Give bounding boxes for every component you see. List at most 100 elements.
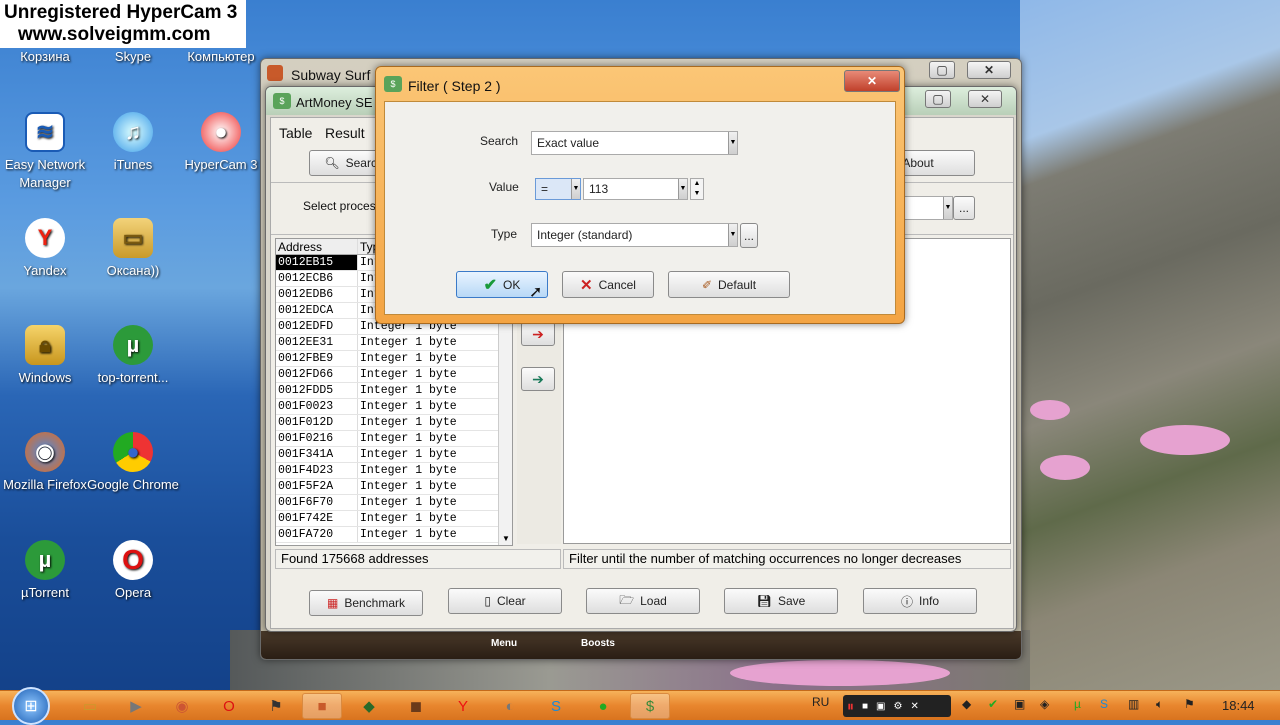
column-address[interactable]: Address: [276, 239, 358, 254]
record-icon[interactable]: ⏸: [847, 698, 854, 715]
desktop-wallpaper-rocks: [1020, 0, 1280, 690]
tray-volume-icon[interactable]: 🔈︎: [1156, 697, 1163, 712]
table-row[interactable]: 001F0216 Integer 1 byte: [276, 431, 512, 447]
camera-icon[interactable]: ▣: [876, 701, 885, 712]
taskbar-media-icon[interactable]: ▶: [116, 693, 156, 719]
taskbar-opera-icon[interactable]: O: [209, 693, 249, 719]
language-indicator[interactable]: RU: [812, 695, 829, 709]
table-row[interactable]: 001F6F70 Integer 1 byte: [276, 495, 512, 511]
taskbar-clock[interactable]: 18:44: [1222, 698, 1255, 713]
save-button[interactable]: 💾︎ Save: [724, 588, 838, 614]
taskbar-subway-icon[interactable]: ■: [302, 693, 342, 719]
icon-label: Windows: [18, 370, 72, 385]
address-cell: 001F0023: [276, 399, 358, 414]
table-row[interactable]: 001F5F2A Integer 1 byte: [276, 479, 512, 495]
load-button[interactable]: 🗁︎ Load: [586, 588, 700, 614]
table-row[interactable]: 001FA720 Integer 1 byte: [276, 527, 512, 543]
menu-result[interactable]: Result: [325, 125, 365, 141]
artmoney-maximize-button[interactable]: ▢: [925, 90, 951, 108]
taskbar-firefox-icon[interactable]: ◉: [162, 693, 202, 719]
desktop-icon-opera[interactable]: O Opera: [87, 540, 179, 602]
subway-maximize-button[interactable]: ▢: [929, 61, 955, 79]
table-row[interactable]: 0012EE31 Integer 1 byte: [276, 335, 512, 351]
desktop-icon-computer[interactable]: Компьютер: [175, 48, 267, 66]
search-mode-select[interactable]: Exact value ▼: [531, 131, 738, 155]
settings-icon[interactable]: ⚙: [894, 701, 903, 712]
taskbar-app-icon[interactable]: ◐: [490, 693, 530, 719]
taskbar-artmoney-icon[interactable]: $: [630, 693, 670, 719]
artmoney-close-button[interactable]: ✕: [968, 90, 1002, 108]
table-row[interactable]: 0012FD66 Integer 1 byte: [276, 367, 512, 383]
type-cell: Integer 1 byte: [360, 384, 457, 397]
artmoney-app-icon: $: [273, 93, 291, 109]
close-icon[interactable]: ✕: [910, 701, 918, 712]
chevron-down-icon: ▼: [728, 224, 737, 246]
process-browse-button[interactable]: ...: [953, 196, 975, 220]
subway-menu-label[interactable]: Menu: [491, 638, 517, 649]
desktop-icon-yandex[interactable]: Y Yandex: [0, 218, 91, 280]
taskbar-yandex-icon[interactable]: Y: [443, 693, 483, 719]
taskbar-minecraft-icon[interactable]: ◆: [349, 693, 389, 719]
table-row[interactable]: 001F341A Integer 1 byte: [276, 447, 512, 463]
desktop-icon-windows[interactable]: 🔒︎ Windows: [0, 325, 91, 387]
type-options-button[interactable]: ...: [740, 223, 758, 248]
value-input[interactable]: 113 ▼: [583, 178, 688, 200]
taskbar-explorer-icon[interactable]: ▭: [70, 693, 110, 719]
table-row[interactable]: 001F012D Integer 1 byte: [276, 415, 512, 431]
value-stepper[interactable]: ▲ ▼: [690, 178, 704, 200]
taskbar-cs-icon[interactable]: ⚑: [256, 693, 296, 719]
table-row[interactable]: 001F4D23 Integer 1 byte: [276, 463, 512, 479]
start-button[interactable]: ⊞: [12, 687, 50, 725]
desktop-icon-firefox[interactable]: ◉ Mozilla Firefox: [0, 432, 91, 494]
cancel-button[interactable]: ✕ Cancel: [562, 271, 654, 298]
desktop-icon-hypercam[interactable]: ● HyperCam 3: [175, 112, 267, 174]
filter-close-button[interactable]: ✕: [844, 70, 900, 92]
desktop-icon-recycle-bin[interactable]: Корзина: [0, 48, 91, 66]
operator-select[interactable]: = ▼: [535, 178, 581, 200]
desktop-icon-skype[interactable]: Skype: [87, 48, 179, 66]
type-select[interactable]: Integer (standard) ▼: [531, 223, 738, 247]
tray-icon-3[interactable]: ▣: [1014, 697, 1025, 711]
taskbar-chrome-icon[interactable]: ●: [583, 693, 623, 719]
icon-label: Компьютер: [187, 49, 255, 64]
scroll-down-icon[interactable]: ▼: [502, 534, 510, 543]
address-cell: 0012FBE9: [276, 351, 358, 366]
tray-icon-4[interactable]: ◈: [1040, 697, 1049, 711]
process-select[interactable]: ▼: [901, 196, 953, 220]
desktop-icon-utorrent[interactable]: µ µTorrent: [0, 540, 91, 602]
desktop-icon-folder[interactable]: ▭ Оксана)): [87, 218, 179, 280]
table-row[interactable]: 0012FBE9 Integer 1 byte: [276, 351, 512, 367]
desktop-icon-easy-network-manager[interactable]: ≋ Easy Network Manager: [0, 112, 91, 192]
tray-network-icon[interactable]: ▥: [1128, 697, 1139, 711]
search-mode-value: Exact value: [537, 136, 600, 150]
wallpaper-flowers: [1140, 425, 1230, 455]
clear-button[interactable]: ▯ Clear: [448, 588, 562, 614]
hypercam-recorder-bar[interactable]: ⏸ ■ ▣ ⚙ ✕: [843, 695, 951, 717]
select-process-label: Select process: [303, 199, 382, 213]
subway-close-button[interactable]: ✕: [967, 61, 1011, 79]
benchmark-icon: ▦: [326, 596, 339, 610]
tray-utorrent-icon[interactable]: µ: [1074, 697, 1081, 711]
tray-flag-icon[interactable]: ⚑: [1184, 697, 1195, 711]
desktop-icon-top-torrent[interactable]: µ top-torrent...: [87, 325, 179, 387]
benchmark-button[interactable]: ▦ Benchmark: [309, 590, 423, 616]
desktop-icon-itunes[interactable]: ♫ iTunes: [87, 112, 179, 174]
menu-table[interactable]: Table: [279, 125, 312, 141]
tray-skype-icon[interactable]: S: [1100, 697, 1108, 711]
tray-check-icon[interactable]: ✔: [988, 697, 998, 711]
tray-icon-1[interactable]: ◆: [962, 697, 971, 711]
default-button[interactable]: ✐ Default: [668, 271, 790, 298]
arrow-right-red-icon[interactable]: ➔: [521, 322, 555, 346]
stop-icon[interactable]: ■: [862, 701, 868, 712]
table-row[interactable]: 001F0023 Integer 1 byte: [276, 399, 512, 415]
table-row[interactable]: 0012FDD5 Integer 1 byte: [276, 383, 512, 399]
subway-boosts-label[interactable]: Boosts: [581, 638, 615, 649]
table-row[interactable]: 001F742E Integer 1 byte: [276, 511, 512, 527]
type-cell: Integer 1 byte: [360, 512, 457, 525]
taskbar-game-icon[interactable]: ◼: [396, 693, 436, 719]
info-button[interactable]: ⓘ Info: [863, 588, 977, 614]
type-cell: Integer 1 byte: [360, 336, 457, 349]
arrow-right-green-icon[interactable]: ➔: [521, 367, 555, 391]
taskbar-skype-icon[interactable]: S: [536, 693, 576, 719]
desktop-icon-chrome[interactable]: ● Google Chrome: [87, 432, 179, 494]
